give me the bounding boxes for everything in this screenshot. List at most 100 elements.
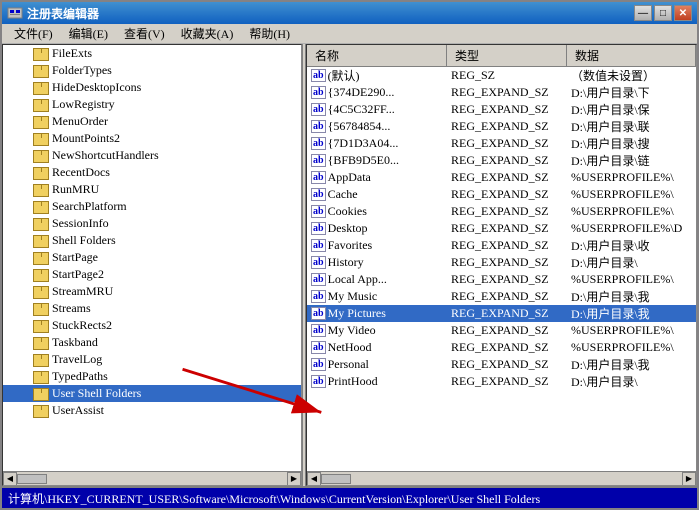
folder-icon — [33, 47, 49, 61]
tree-item-label: LowRegistry — [52, 97, 115, 112]
ab-icon: ab — [311, 222, 326, 235]
menu-help[interactable]: 帮助(H) — [241, 23, 298, 44]
registry-cell-type: REG_EXPAND_SZ — [447, 237, 567, 254]
tree-hscroll-thumb[interactable] — [17, 474, 47, 484]
registry-cell-type: REG_EXPAND_SZ — [447, 101, 567, 118]
tree-item[interactable]: StartPage — [3, 249, 301, 266]
registry-name-text: {56784854... — [328, 119, 391, 134]
registry-row[interactable]: ab{4C5C32FF...REG_EXPAND_SZD:\用户目录\保 — [307, 101, 696, 118]
tree-item[interactable]: MountPoints2 — [3, 130, 301, 147]
tree-item[interactable]: FolderTypes — [3, 62, 301, 79]
tree-item[interactable]: User Shell Folders — [3, 385, 301, 402]
registry-cell-type: REG_EXPAND_SZ — [447, 169, 567, 186]
registry-hscrollbar[interactable]: ◀ ▶ — [307, 471, 696, 485]
tree-item[interactable]: TypedPaths — [3, 368, 301, 385]
registry-row[interactable]: ab{56784854...REG_EXPAND_SZD:\用户目录\联 — [307, 118, 696, 135]
col-header-data[interactable]: 数据 — [567, 45, 696, 66]
registry-row[interactable]: abDesktopREG_EXPAND_SZ%USERPROFILE%\D — [307, 220, 696, 237]
tree-item-label: HideDesktopIcons — [52, 80, 141, 95]
tree-item[interactable]: NewShortcutHandlers — [3, 147, 301, 164]
menu-file[interactable]: 文件(F) — [6, 23, 61, 44]
registry-cell-type: REG_EXPAND_SZ — [447, 186, 567, 203]
registry-name-text: My Video — [328, 323, 376, 338]
ab-icon: ab — [311, 375, 326, 388]
folder-icon — [33, 302, 49, 316]
registry-cell-data: %USERPROFILE%\ — [567, 322, 696, 339]
tree-item[interactable]: Streams — [3, 300, 301, 317]
col-header-name[interactable]: 名称 — [307, 45, 447, 66]
registry-row[interactable]: abMy VideoREG_EXPAND_SZ%USERPROFILE%\ — [307, 322, 696, 339]
tree-item[interactable]: RecentDocs — [3, 164, 301, 181]
registry-name-text: {374DE290... — [328, 85, 395, 100]
registry-row[interactable]: ab{BFB9D5E0...REG_EXPAND_SZD:\用户目录\链 — [307, 152, 696, 169]
menu-view[interactable]: 查看(V) — [116, 23, 173, 44]
registry-row[interactable]: ab{374DE290...REG_EXPAND_SZD:\用户目录\下 — [307, 84, 696, 101]
folder-icon — [33, 166, 49, 180]
registry-hscroll-thumb[interactable] — [321, 474, 351, 484]
minimize-button[interactable]: — — [634, 5, 652, 21]
registry-row[interactable]: abCookiesREG_EXPAND_SZ%USERPROFILE%\ — [307, 203, 696, 220]
tree-hscrollbar[interactable]: ◀ ▶ — [3, 471, 301, 485]
registry-cell-name: abNetHood — [307, 339, 447, 356]
registry-name-text: Cache — [328, 187, 358, 202]
registry-name-text: AppData — [328, 170, 371, 185]
registry-cell-type: REG_EXPAND_SZ — [447, 135, 567, 152]
tree-item[interactable]: SearchPlatform — [3, 198, 301, 215]
tree-item[interactable]: StuckRects2 — [3, 317, 301, 334]
registry-row[interactable]: abHistoryREG_EXPAND_SZD:\用户目录\ — [307, 254, 696, 271]
registry-cell-name: ab{BFB9D5E0... — [307, 152, 447, 169]
registry-cell-name: ab{374DE290... — [307, 84, 447, 101]
folder-icon — [33, 200, 49, 214]
tree-item-label: UserAssist — [52, 403, 104, 418]
tree-item[interactable]: StartPage2 — [3, 266, 301, 283]
tree-item[interactable]: LowRegistry — [3, 96, 301, 113]
registry-cell-type: REG_EXPAND_SZ — [447, 152, 567, 169]
tree-item[interactable]: Taskband — [3, 334, 301, 351]
ab-icon: ab — [311, 205, 326, 218]
registry-row[interactable]: abLocal App...REG_EXPAND_SZ%USERPROFILE%… — [307, 271, 696, 288]
registry-cell-name: abPersonal — [307, 356, 447, 373]
tree-scroll-left[interactable]: ◀ — [3, 472, 17, 486]
maximize-button[interactable]: □ — [654, 5, 672, 21]
registry-row[interactable]: abPrintHoodREG_EXPAND_SZD:\用户目录\ — [307, 373, 696, 390]
registry-row[interactable]: abNetHoodREG_EXPAND_SZ%USERPROFILE%\ — [307, 339, 696, 356]
registry-row[interactable]: abMy PicturesREG_EXPAND_SZD:\用户目录\我 — [307, 305, 696, 322]
tree-item[interactable]: SessionInfo — [3, 215, 301, 232]
registry-row[interactable]: abAppDataREG_EXPAND_SZ%USERPROFILE%\ — [307, 169, 696, 186]
registry-scroll[interactable]: ab(默认)REG_SZ（数值未设置）ab{374DE290...REG_EXP… — [307, 67, 696, 471]
tree-hscroll-track[interactable] — [17, 474, 287, 484]
tree-item-label: StartPage — [52, 250, 98, 265]
registry-cell-name: abDesktop — [307, 220, 447, 237]
tree-item[interactable]: UserAssist — [3, 402, 301, 419]
tree-item-label: FileExts — [52, 46, 92, 61]
registry-hscroll-track[interactable] — [321, 474, 682, 484]
tree-item[interactable]: HideDesktopIcons — [3, 79, 301, 96]
registry-name-text: {BFB9D5E0... — [328, 153, 399, 168]
registry-row[interactable]: ab(默认)REG_SZ（数值未设置） — [307, 67, 696, 84]
registry-row[interactable]: abPersonalREG_EXPAND_SZD:\用户目录\我 — [307, 356, 696, 373]
menu-favorites[interactable]: 收藏夹(A) — [173, 23, 242, 44]
registry-row[interactable]: ab{7D1D3A04...REG_EXPAND_SZD:\用户目录\搜 — [307, 135, 696, 152]
close-button[interactable]: ✕ — [674, 5, 692, 21]
tree-item[interactable]: Shell Folders — [3, 232, 301, 249]
tree-item[interactable]: TravelLog — [3, 351, 301, 368]
tree-scroll-right[interactable]: ▶ — [287, 472, 301, 486]
registry-cell-type: REG_EXPAND_SZ — [447, 373, 567, 390]
tree-item[interactable]: RunMRU — [3, 181, 301, 198]
registry-row[interactable]: abCacheREG_EXPAND_SZ%USERPROFILE%\ — [307, 186, 696, 203]
registry-row[interactable]: abMy MusicREG_EXPAND_SZD:\用户目录\我 — [307, 288, 696, 305]
registry-scroll-right[interactable]: ▶ — [682, 472, 696, 486]
registry-row[interactable]: abFavoritesREG_EXPAND_SZD:\用户目录\收 — [307, 237, 696, 254]
menu-edit[interactable]: 编辑(E) — [61, 23, 116, 44]
registry-cell-type: REG_EXPAND_SZ — [447, 339, 567, 356]
col-header-type[interactable]: 类型 — [447, 45, 567, 66]
registry-scroll-left[interactable]: ◀ — [307, 472, 321, 486]
tree-item[interactable]: FileExts — [3, 45, 301, 62]
registry-cell-name: abCache — [307, 186, 447, 203]
registry-cell-data: %USERPROFILE%\D — [567, 220, 696, 237]
tree-scroll[interactable]: FileExtsFolderTypesHideDesktopIcons LowRe… — [3, 45, 301, 471]
registry-cell-type: REG_EXPAND_SZ — [447, 271, 567, 288]
tree-item[interactable]: MenuOrder — [3, 113, 301, 130]
tree-item[interactable]: StreamMRU — [3, 283, 301, 300]
registry-cell-data: D:\用户目录\ — [567, 253, 696, 272]
